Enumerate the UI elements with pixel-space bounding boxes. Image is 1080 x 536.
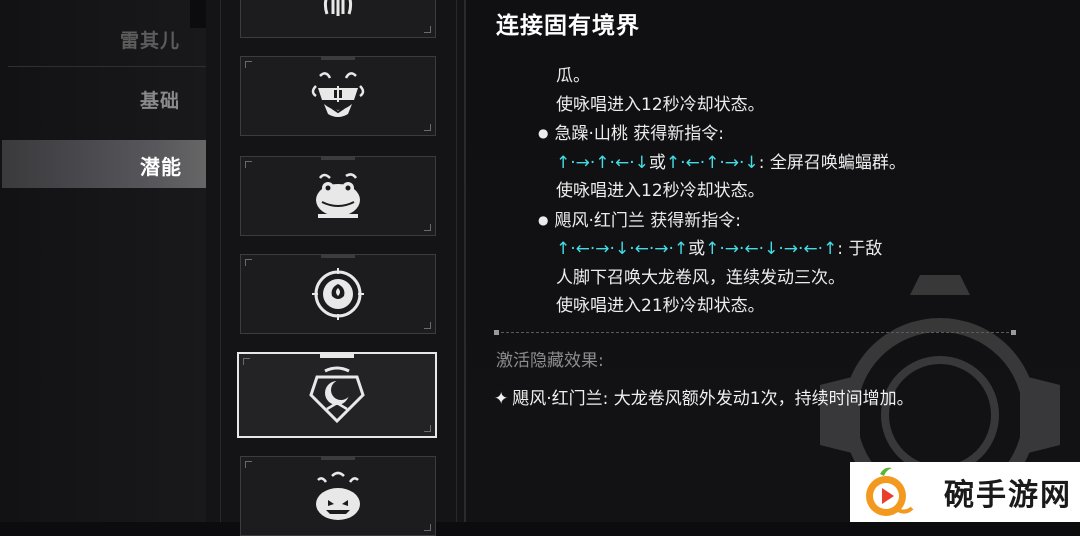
bullet-2-heading: 飓风·红门兰 获得新指令: bbox=[554, 210, 742, 231]
desc-line: 使咏唱进入12秒冷却状态。 bbox=[556, 181, 765, 201]
command-sequence: ↑·←·↑·→·↓ bbox=[665, 152, 759, 173]
orange-play-logo-icon bbox=[866, 467, 914, 516]
potential-title: 连接固有境界 bbox=[496, 13, 640, 39]
command-effect: : 全屏召唤蝙蝠群。 bbox=[758, 152, 906, 173]
desc-line: 人脚下召唤大龙卷风，连续发动三次。 bbox=[556, 267, 845, 288]
command-sequence: ↑·←·→·↓·←·→·↑ bbox=[556, 239, 689, 259]
potential-card-1[interactable] bbox=[240, 0, 436, 38]
card-notch bbox=[321, 56, 355, 60]
watermark-text: 碗手游网 bbox=[944, 478, 1072, 513]
card-notch bbox=[321, 456, 355, 460]
card-notch bbox=[321, 156, 355, 160]
sidebar-item-basic[interactable]: 基础 bbox=[140, 86, 180, 113]
desc-bullet-1: ● 急躁·山桃 获得新指令: bbox=[538, 119, 1018, 149]
panel-divider bbox=[464, 0, 466, 522]
potential-card-5-selected[interactable] bbox=[237, 352, 437, 438]
command-line-2: ↑·←·→·↓·←·→·↑或↑·→·←·↓·→·←·↑: 于敌 bbox=[538, 235, 1018, 264]
sidebar-notch bbox=[190, 0, 206, 28]
potential-card-2[interactable] bbox=[240, 56, 436, 136]
sparkle-icon: ✦ bbox=[494, 389, 509, 409]
command-sequence: ↑·→·←·↓·→·←·↑ bbox=[705, 239, 838, 259]
crescent-crest-icon bbox=[309, 366, 365, 424]
potential-card-6[interactable] bbox=[240, 456, 436, 536]
command-or: 或 bbox=[648, 152, 666, 173]
potential-description: 瓜。 使咏唱进入12秒冷却状态。 ● 急躁·山桃 获得新指令: ↑·→·↑·←·↓… bbox=[538, 62, 1018, 321]
hidden-effect-text: ✦ 飓风·红门兰: 大龙卷风额外发动1次，持续时间增加。 bbox=[494, 384, 914, 409]
column-border-left bbox=[220, 0, 221, 522]
potential-card-3[interactable] bbox=[240, 156, 436, 236]
potential-card-4[interactable] bbox=[240, 254, 436, 334]
tentacle-emblem-icon bbox=[323, 0, 353, 16]
sidebar-item-potential-label: 潜能 bbox=[140, 155, 182, 179]
bullet-dot-icon: ● bbox=[538, 212, 549, 227]
column-border-right bbox=[456, 0, 457, 522]
desc-bullet-2: ● 飓风·红门兰 获得新指令: bbox=[538, 206, 1018, 236]
toad-icon bbox=[316, 173, 360, 218]
sidebar-divider bbox=[8, 66, 206, 67]
command-or: 或 bbox=[688, 239, 706, 259]
sidebar-item-potential[interactable]: 潜能 bbox=[2, 140, 209, 188]
sidebar: 雷其儿 基础 潜能 bbox=[0, 0, 209, 522]
bullet-dot-icon: ● bbox=[538, 126, 549, 140]
site-watermark-logo: 碗手游网 bbox=[850, 462, 1080, 522]
desc-line: 使咏唱进入21秒冷却状态。 bbox=[556, 296, 765, 316]
card-notch bbox=[321, 254, 355, 258]
hidden-effect-heading: 激活隐藏效果: bbox=[496, 351, 604, 371]
command-sequence: ↑·→·↑·←·↓ bbox=[556, 152, 649, 173]
section-divider bbox=[494, 330, 1016, 335]
hidden-effect-body: 飓风·红门兰: 大龙卷风额外发动1次，持续时间增加。 bbox=[512, 389, 914, 409]
sidebar-item-character[interactable]: 雷其儿 bbox=[120, 26, 180, 53]
command-line-1: ↑·→·↑·←·↓或↑·←·↑·→·↓: 全屏召唤蝙蝠群。 bbox=[538, 149, 1018, 178]
desc-line: 使咏唱进入12秒冷却状态。 bbox=[556, 94, 765, 115]
pumpkin-icon bbox=[316, 471, 360, 520]
rose-seal-icon bbox=[312, 268, 364, 320]
desc-line: 瓜。 bbox=[556, 66, 590, 86]
command-effect: : 于敌 bbox=[837, 239, 883, 259]
bullet-1-heading: 急躁·山桃 获得新指令: bbox=[554, 124, 725, 144]
card-notch bbox=[320, 353, 354, 358]
cat-face-icon bbox=[311, 72, 365, 117]
